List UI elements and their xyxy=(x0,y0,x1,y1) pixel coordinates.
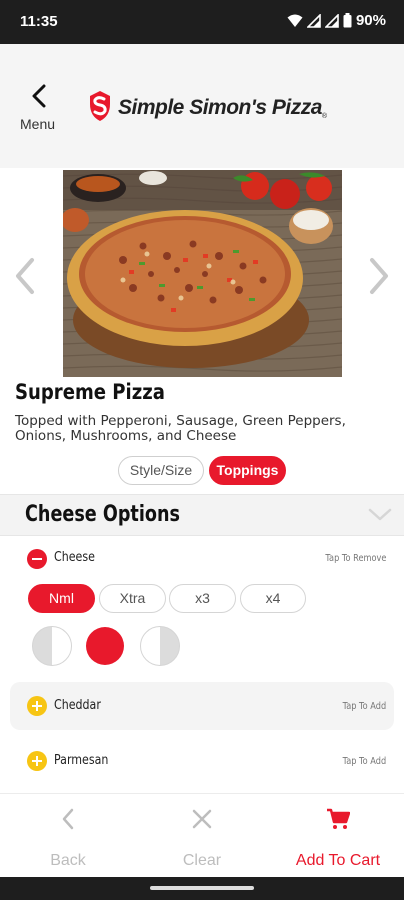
close-icon xyxy=(191,808,213,834)
status-bar: 11:35 90% xyxy=(0,0,404,44)
signal-icon xyxy=(306,13,321,28)
add-to-cart-button[interactable]: Add To Cart xyxy=(282,794,394,878)
menu-label: Menu xyxy=(20,116,56,132)
topping-name-cheddar: Cheddar xyxy=(54,698,101,713)
wifi-icon xyxy=(287,14,303,28)
system-nav-bar xyxy=(0,877,404,900)
amount-x4-button[interactable]: x4 xyxy=(240,584,306,613)
simple-simon-logo-icon xyxy=(86,90,114,126)
brand-name: Simple Simon's Pizza xyxy=(118,96,322,119)
carousel-next-button[interactable] xyxy=(364,256,392,296)
placement-left-half-button[interactable] xyxy=(32,626,72,666)
battery-percent: 90% xyxy=(355,12,386,29)
add-to-cart-label: Add To Cart xyxy=(295,852,381,869)
product-title: Supreme Pizza xyxy=(15,380,165,404)
placement-right-half-button[interactable] xyxy=(140,626,180,666)
battery-icon xyxy=(343,13,352,28)
topping-name-parmesan: Parmesan xyxy=(54,753,109,768)
tap-to-add-hint: Tap To Add xyxy=(342,756,386,767)
section-title: Cheese Options xyxy=(25,502,180,527)
app-header: Menu Simple Simon's Pizza ® xyxy=(0,44,404,168)
amount-x3-button[interactable]: x3 xyxy=(169,584,236,613)
product-description: Topped with Pepperoni, Sausage, Green Pe… xyxy=(15,413,346,444)
chevron-down-icon xyxy=(368,507,392,526)
chevron-left-icon xyxy=(16,258,34,294)
topping-name-cheese: Cheese xyxy=(54,550,95,565)
plus-circle-icon xyxy=(27,696,47,716)
placement-whole-button[interactable] xyxy=(86,627,124,665)
product-carousel xyxy=(0,168,404,380)
brand-logo: Simple Simon's Pizza ® xyxy=(86,90,327,126)
signal-icon-2 xyxy=(324,13,339,28)
menu-button[interactable]: Menu xyxy=(18,84,64,136)
carousel-prev-button[interactable] xyxy=(12,256,40,296)
topping-row-cheddar[interactable]: Cheddar Tap To Add xyxy=(10,682,394,730)
clear-label: Clear xyxy=(182,852,222,869)
plus-circle-icon xyxy=(27,751,47,771)
minus-circle-icon[interactable] xyxy=(27,549,47,569)
amount-xtra-button[interactable]: Xtra xyxy=(99,584,166,613)
pizza-image xyxy=(63,170,342,377)
back-chevron-icon xyxy=(32,84,46,108)
bottom-action-bar: Back Clear Add To Cart xyxy=(0,793,404,877)
topping-row-parmesan[interactable]: Parmesan Tap To Add xyxy=(0,742,404,782)
tab-style-size[interactable]: Style/Size xyxy=(118,456,204,485)
home-handle[interactable] xyxy=(150,886,254,890)
status-time: 11:35 xyxy=(20,13,58,30)
amount-nml-button[interactable]: Nml xyxy=(28,584,95,613)
cheese-options-header[interactable]: Cheese Options xyxy=(0,494,404,536)
back-label: Back xyxy=(50,852,86,869)
registered-mark: ® xyxy=(321,113,328,120)
tap-to-add-hint: Tap To Add xyxy=(342,701,386,712)
back-button[interactable]: Back xyxy=(18,794,118,878)
status-icons: 90% xyxy=(287,12,386,29)
tap-to-remove-hint[interactable]: Tap To Remove xyxy=(325,553,386,564)
chevron-right-icon xyxy=(370,258,388,294)
clear-button[interactable]: Clear xyxy=(152,794,252,878)
chevron-left-icon xyxy=(61,808,75,834)
tab-toppings[interactable]: Toppings xyxy=(209,456,286,485)
cart-icon xyxy=(326,808,351,834)
